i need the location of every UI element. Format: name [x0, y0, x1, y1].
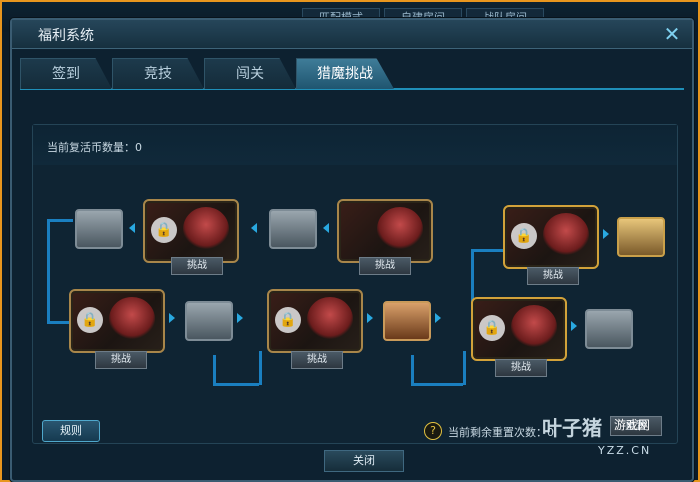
arrow-icon — [603, 229, 609, 239]
path-pipe — [411, 355, 414, 385]
path-pipe — [471, 249, 503, 252]
revive-coin-count: 当前复活币数量：0 — [47, 139, 142, 155]
dialog-title: 福利系统 — [38, 28, 94, 44]
rules-button[interactable]: 规则 — [42, 420, 100, 442]
revive-coin-value: 0 — [135, 141, 142, 154]
path-pipe — [213, 383, 259, 386]
boss-challenge-node[interactable]: 🔒 — [471, 297, 567, 361]
arrow-icon — [169, 313, 175, 323]
demon-hunt-panel: 当前复活币数量：0 🔒 挑战 挑战 🔒 挑战 🔒 挑战 🔒 挑战 🔒 挑战 — [32, 124, 678, 444]
path-pipe — [259, 351, 262, 385]
lock-icon: 🔒 — [275, 307, 301, 333]
reward-chest[interactable] — [75, 209, 123, 249]
tab-bar: 签到 竞技 闯关 猎魔挑战 — [20, 58, 684, 90]
challenge-button[interactable]: 挑战 — [291, 351, 343, 369]
challenge-node[interactable]: 🔒 — [69, 289, 165, 353]
lock-icon: 🔒 — [77, 307, 103, 333]
panel-header: 当前复活币数量：0 — [33, 125, 677, 165]
watermark-logo: 叶子猪 — [542, 416, 602, 440]
monster-portrait — [511, 305, 557, 349]
watermark-tag: 游戏网 — [614, 418, 651, 432]
monster-portrait — [377, 207, 423, 251]
arrow-icon — [323, 223, 329, 233]
monster-portrait — [109, 297, 155, 341]
lock-icon: 🔒 — [151, 217, 177, 243]
game-window: 匹配模式 自建房间 战队房间 福利系统 ✕ 签到 竞技 闯关 猎魔挑战 当前复活… — [0, 0, 700, 482]
close-icon[interactable]: ✕ — [662, 24, 682, 44]
path-pipe — [463, 351, 466, 385]
reward-chest[interactable] — [185, 301, 233, 341]
revive-coin-label: 当前复活币数量： — [47, 141, 135, 154]
challenge-node[interactable] — [337, 199, 433, 263]
arrow-icon — [237, 313, 243, 323]
boss-challenge-node[interactable]: 🔒 — [503, 205, 599, 269]
arrow-icon — [129, 223, 135, 233]
reward-chest[interactable] — [269, 209, 317, 249]
path-pipe — [47, 219, 73, 222]
challenge-node[interactable]: 🔒 — [143, 199, 239, 263]
close-button[interactable]: 关闭 — [324, 450, 404, 472]
dialog-titlebar: 福利系统 ✕ — [12, 20, 692, 49]
arrow-icon — [367, 313, 373, 323]
watermark-url: YZZ.CN — [598, 444, 652, 457]
challenge-button[interactable]: 挑战 — [359, 257, 411, 275]
challenge-node[interactable]: 🔒 — [267, 289, 363, 353]
path-pipe — [411, 383, 463, 386]
arrow-icon — [251, 223, 257, 233]
path-pipe — [47, 219, 50, 323]
path-pipe — [213, 355, 216, 385]
reset-remaining: 当前剩余重置次数：0 — [448, 424, 554, 440]
challenge-button[interactable]: 挑战 — [495, 359, 547, 377]
challenge-button[interactable]: 挑战 — [95, 351, 147, 369]
monster-portrait — [183, 207, 229, 251]
help-icon[interactable]: ? — [424, 422, 442, 440]
monster-portrait — [543, 213, 589, 257]
tab-demon-hunt[interactable]: 猎魔挑战 — [296, 58, 394, 89]
reward-chest[interactable] — [585, 309, 633, 349]
tab-sign-in[interactable]: 签到 — [20, 58, 112, 89]
path-pipe — [47, 321, 69, 324]
challenge-button[interactable]: 挑战 — [171, 257, 223, 275]
monster-portrait — [307, 297, 353, 341]
gold-reward-chest[interactable] — [617, 217, 665, 257]
bronze-reward-chest[interactable] — [383, 301, 431, 341]
reset-remaining-label: 当前剩余重置次数： — [448, 426, 547, 439]
challenge-button[interactable]: 挑战 — [527, 267, 579, 285]
tab-arena[interactable]: 竞技 — [112, 58, 204, 89]
arrow-icon — [571, 321, 577, 331]
lock-icon: 🔒 — [479, 315, 505, 341]
tab-stages[interactable]: 闯关 — [204, 58, 296, 89]
arrow-icon — [435, 313, 441, 323]
lock-icon: 🔒 — [511, 223, 537, 249]
